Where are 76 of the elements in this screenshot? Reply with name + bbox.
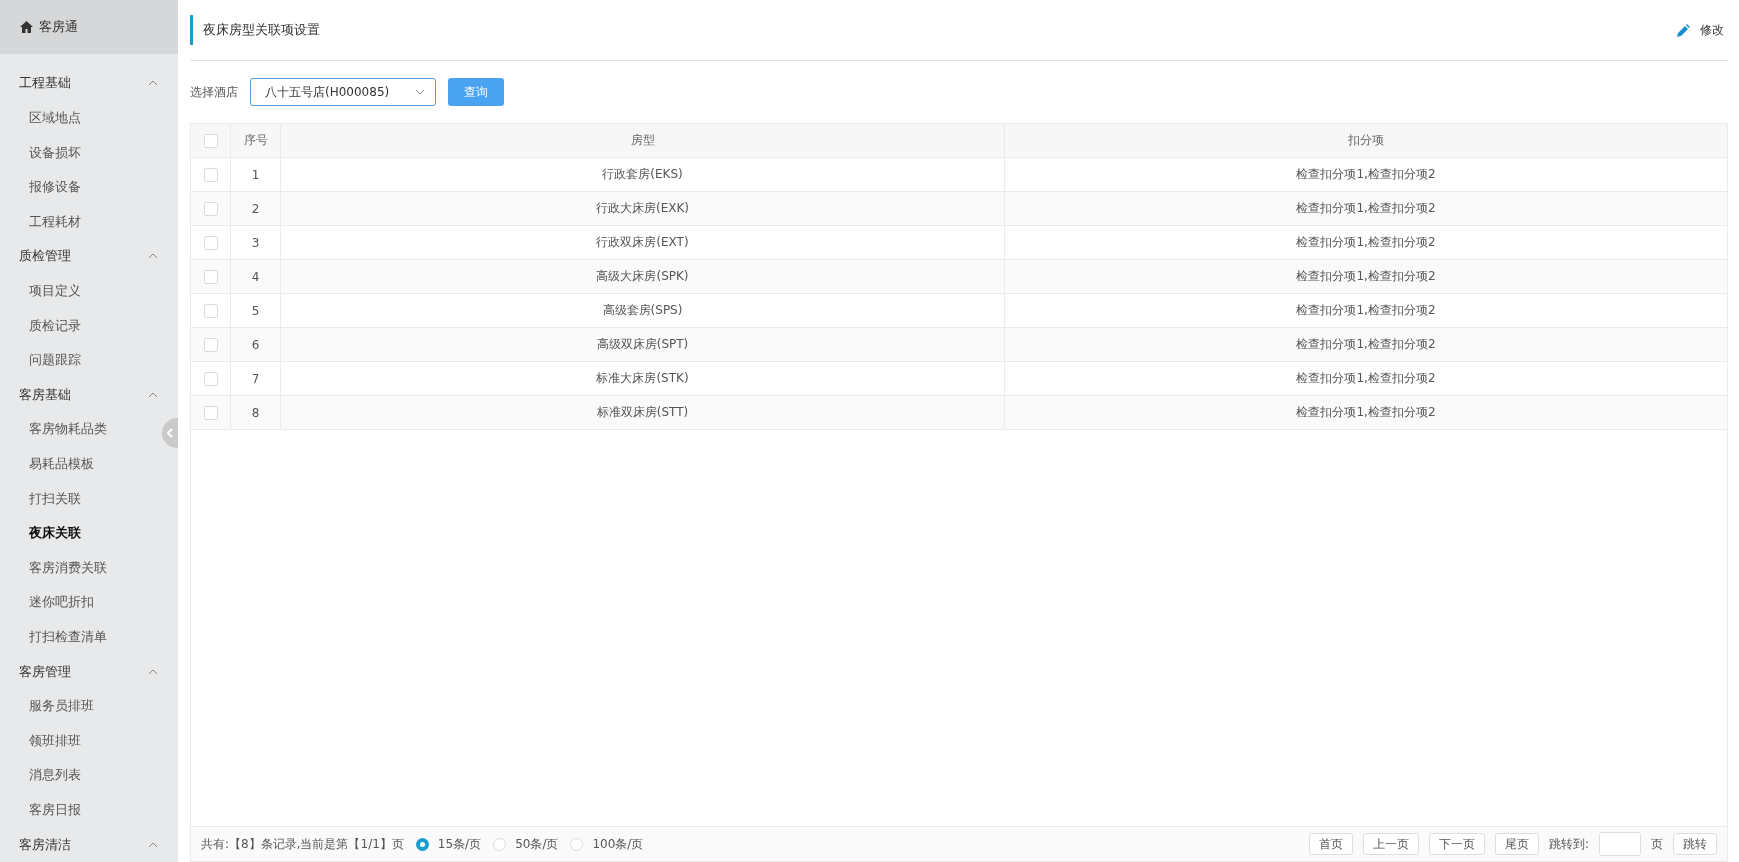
table-cell: 检查扣分项1,检查扣分项2 bbox=[1005, 260, 1727, 294]
page-button[interactable]: 上一页 bbox=[1362, 833, 1419, 855]
table-cell: 标准大床房(STK) bbox=[281, 362, 1005, 396]
page-size-option[interactable]: 100条/页 bbox=[570, 835, 644, 853]
menu-item[interactable]: 客房日报 bbox=[29, 801, 81, 820]
menu-item[interactable]: 打扫关联 bbox=[29, 489, 81, 508]
row-checkbox[interactable] bbox=[203, 405, 218, 420]
page-title: 夜床房型关联项设置 bbox=[190, 15, 320, 45]
table-cell: 检查扣分项1,检查扣分项2 bbox=[1005, 396, 1727, 430]
select-all-checkbox[interactable] bbox=[203, 133, 218, 148]
menu-group[interactable]: 质检管理 bbox=[0, 239, 178, 274]
menu-item[interactable]: 报修设备 bbox=[29, 178, 81, 197]
menu-item[interactable]: 质检记录 bbox=[29, 316, 81, 335]
hotel-select[interactable]: 八十五号店(H000085) bbox=[250, 78, 436, 106]
menu-item[interactable]: 工程耗材 bbox=[29, 212, 81, 231]
table-cell: 2 bbox=[231, 192, 281, 226]
table-cell: 高级套房(SPS) bbox=[281, 294, 1005, 328]
page-size-option[interactable]: 50条/页 bbox=[493, 835, 559, 853]
table-cell: 标准双床房(STT) bbox=[281, 396, 1005, 430]
table-cell: 4 bbox=[231, 260, 281, 294]
table-cell: 高级双床房(SPT) bbox=[281, 328, 1005, 362]
menu-item[interactable]: 迷你吧折扣 bbox=[29, 593, 94, 612]
menu-item[interactable]: 客房物耗品类 bbox=[29, 420, 107, 439]
jump-label: 跳转到: bbox=[1548, 835, 1589, 853]
page-unit: 页 bbox=[1651, 835, 1663, 853]
column-header: 序号 bbox=[231, 124, 281, 158]
table-cell: 检查扣分项1,检查扣分项2 bbox=[1005, 328, 1727, 362]
menu-group[interactable]: 客房基础 bbox=[0, 377, 178, 413]
record-summary: 共有:【8】条记录,当前是第【1/1】页 bbox=[201, 835, 404, 853]
jump-button[interactable]: 跳转 bbox=[1673, 833, 1717, 855]
menu-item[interactable]: 易耗品模板 bbox=[29, 455, 94, 473]
page-size-option[interactable]: 15条/页 bbox=[415, 835, 482, 853]
row-checkbox[interactable] bbox=[203, 201, 218, 216]
row-checkbox[interactable] bbox=[203, 303, 218, 318]
hotel-label: 选择酒店 bbox=[190, 83, 238, 101]
table-cell: 7 bbox=[231, 362, 281, 396]
table-cell: 检查扣分项1,检查扣分项2 bbox=[1005, 192, 1727, 226]
pencil-icon bbox=[1677, 23, 1690, 37]
page-button[interactable]: 尾页 bbox=[1494, 833, 1539, 855]
menu-item[interactable]: 问题跟踪 bbox=[29, 351, 81, 370]
menu-item[interactable]: 区域地点 bbox=[29, 108, 81, 127]
row-checkbox[interactable] bbox=[203, 371, 218, 386]
row-checkbox[interactable] bbox=[203, 337, 218, 352]
row-checkbox[interactable] bbox=[203, 167, 218, 182]
menu-item[interactable]: 设备损坏 bbox=[29, 143, 81, 162]
chevron-left-icon bbox=[167, 428, 173, 438]
menu-item[interactable]: 领班排班 bbox=[29, 731, 81, 750]
page-button[interactable]: 首页 bbox=[1308, 833, 1353, 855]
table-cell: 高级大床房(SPK) bbox=[281, 260, 1005, 294]
table-cell: 行政双床房(EXT) bbox=[281, 226, 1005, 260]
page-button[interactable]: 下一页 bbox=[1428, 833, 1485, 855]
table-cell: 5 bbox=[231, 294, 281, 328]
column-header: 扣分项 bbox=[1005, 124, 1727, 158]
page-input[interactable] bbox=[1599, 832, 1641, 856]
menu-group[interactable]: 客房清洁 bbox=[0, 827, 178, 862]
table-cell: 行政大床房(EXK) bbox=[281, 192, 1005, 226]
menu-group[interactable]: 客房管理 bbox=[0, 654, 178, 689]
home-icon bbox=[20, 21, 33, 33]
menu-item[interactable]: 夜床关联 bbox=[29, 524, 81, 543]
table-cell: 行政套房(EKS) bbox=[281, 158, 1005, 192]
table-cell: 1 bbox=[231, 158, 281, 192]
row-checkbox[interactable] bbox=[203, 235, 218, 250]
menu-item[interactable]: 消息列表 bbox=[29, 766, 81, 785]
row-checkbox[interactable] bbox=[203, 269, 218, 284]
table-cell: 3 bbox=[231, 226, 281, 260]
collapse-handle[interactable] bbox=[162, 418, 178, 448]
menu-item[interactable]: 打扫检查清单 bbox=[29, 628, 107, 647]
menu-item[interactable]: 服务员排班 bbox=[29, 697, 94, 716]
column-header: 房型 bbox=[281, 124, 1005, 158]
edit-button[interactable]: 修改 bbox=[1673, 21, 1728, 39]
menu-group[interactable]: 工程基础 bbox=[0, 66, 178, 101]
menu-item[interactable]: 客房消费关联 bbox=[29, 558, 107, 577]
app-title: 客房通 bbox=[39, 18, 78, 36]
table-cell: 6 bbox=[231, 328, 281, 362]
table-cell: 8 bbox=[231, 396, 281, 430]
menu-item[interactable]: 项目定义 bbox=[29, 281, 81, 300]
